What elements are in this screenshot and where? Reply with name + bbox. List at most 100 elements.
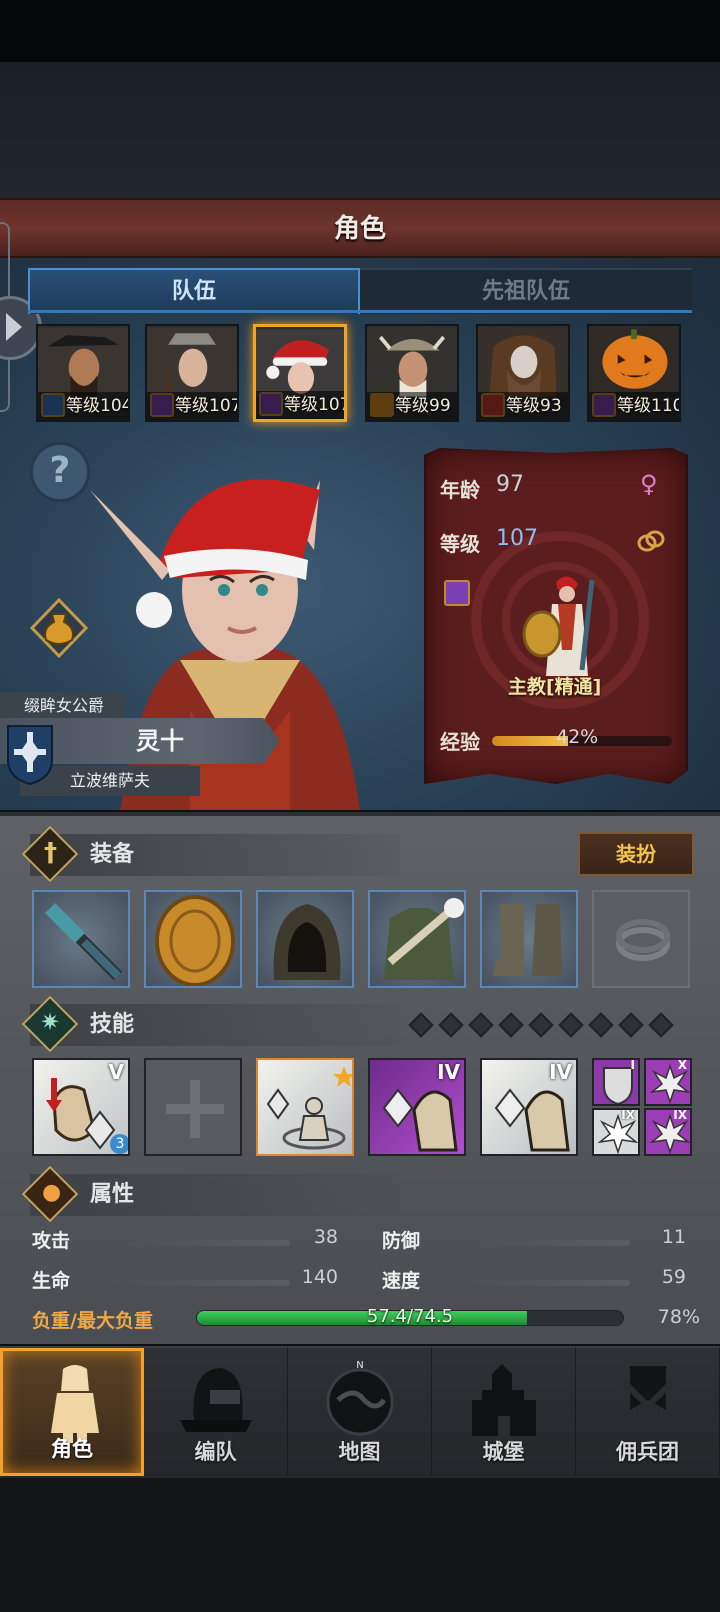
equip-slot-ring[interactable] [592,890,690,988]
mini-skill-1[interactable]: I [592,1058,640,1106]
equip-slot-armor[interactable] [368,890,466,988]
hero-card-2[interactable]: 等级107 [145,324,239,422]
mini-skill-1-tier: I [630,1058,635,1072]
age-label: 年龄 [440,478,480,502]
skill-point-slot [438,1012,464,1038]
skill-point-slot [408,1012,434,1038]
mini-skill-2-tier: X [677,1058,687,1072]
skills-header: ✷ 技能 [21,995,400,1053]
equip-slot-shield[interactable] [144,890,242,988]
speed-label: 速度 [382,1270,421,1292]
tab-party[interactable]: 队伍 [28,268,360,314]
equip-slot-head[interactable] [256,890,354,988]
exp-label: 经验 [440,730,480,754]
exp-percent: 42% [556,726,599,748]
equip-slot-boots[interactable] [480,890,578,988]
knight-icon [51,1365,99,1443]
empty-cross-icon [166,1080,224,1138]
rings-icon[interactable] [636,528,666,554]
round-shield-icon [155,895,235,986]
hero-level-1: 等级104 [38,392,128,420]
hero-level-5: 等级93 [478,392,568,420]
help-button[interactable]: ? [30,442,90,502]
class-name: 主教[精通] [508,676,602,698]
cross-glyph: † [44,838,57,868]
hero-portrait-5 [478,327,568,397]
faction-shield-icon[interactable] [6,724,54,786]
skill-2-empty[interactable] [144,1058,242,1156]
mini-skill-3-tier: IX [621,1108,635,1122]
status-area [0,0,720,62]
skill-point-slot [648,1012,674,1038]
person-glyph: ● [42,1180,62,1205]
mini-skill-2[interactable]: X [644,1058,692,1106]
sanctuary-icon [266,1066,352,1150]
potion-icon[interactable] [30,598,88,658]
nav-character[interactable]: 角色 [0,1348,144,1476]
skill-point-slot [468,1012,494,1038]
ring-slot-icon [616,919,670,961]
nav-mercenary[interactable]: 佣兵团 [576,1348,720,1476]
nav-character-label: 角色 [51,1437,93,1461]
skill-1[interactable]: V 3 [32,1058,130,1156]
compass-map-icon: N [326,1360,394,1436]
nav-formation-label: 编队 [194,1440,237,1464]
dress-button[interactable]: 装扮 [578,832,694,876]
nav-mercenary-label: 佣兵团 [616,1440,679,1464]
skills-title: 技能 [90,1012,135,1037]
nav-castle-label: 城堡 [482,1440,525,1464]
upper-background [0,62,720,200]
hero-card-6[interactable]: 等级110 [587,324,681,422]
nav-formation[interactable]: 编队 [144,1348,288,1476]
hero-level-4: 等级99 [367,392,457,420]
tab-ancestor-party[interactable]: 先祖队伍 [360,268,692,314]
arrow-right-icon [6,313,22,341]
hp-label: 生命 [32,1270,71,1292]
game-screen: 角色 队伍 先祖队伍 等级104 等级107 等级107 等级99 等级93 等… [0,0,720,1612]
hero-card-1[interactable]: 等级104 [36,324,130,422]
hero-card-5[interactable]: 等级93 [476,324,570,422]
attributes-header: ● 属性 [21,1165,400,1223]
character-name[interactable]: 灵十 [60,718,260,764]
defense-value: 11 [661,1226,686,1248]
equip-slot-weapon[interactable] [32,890,130,988]
female-icon: ♀ [640,470,658,498]
hero-portrait-6 [589,327,679,397]
helmet-icon [180,1368,252,1432]
question-icon: ? [49,450,71,491]
nav-map[interactable]: N 地图 [288,1348,432,1476]
skill-point-slot [558,1012,584,1038]
nav-map-label: 地图 [338,1440,381,1464]
skill-4-tier: IV [437,1060,460,1084]
staff-icon [444,580,470,606]
title-bar: 角色 [0,198,720,258]
load-percent: 78% [657,1306,700,1328]
hero-level-2: 等级107 [147,392,237,420]
tab-underline [28,310,692,313]
page-title: 角色 [333,214,386,244]
skill-3[interactable] [256,1058,354,1156]
attributes-title: 属性 [90,1182,135,1207]
skill-point-slot [528,1012,554,1038]
nav-castle[interactable]: 城堡 [432,1348,576,1476]
hero-card-3[interactable]: 等级107 [253,324,347,422]
attack-track [100,1240,290,1246]
skill-1-tier: V [108,1060,124,1084]
skill-5[interactable]: IV [480,1058,578,1156]
skill-5-tier: IV [549,1060,572,1084]
castle-icon [472,1364,536,1436]
hero-portrait-2 [147,327,237,397]
skill-4[interactable]: IV [368,1058,466,1156]
mini-skill-4[interactable]: IX [644,1108,692,1156]
character-title: 缀眸女公爵 [0,692,125,720]
hero-portrait-3 [256,329,344,397]
load-label: 负重/最大负重 [32,1310,153,1332]
defense-label: 防御 [382,1230,421,1252]
attack-label: 攻击 [32,1230,71,1252]
skill-point-slot [588,1012,614,1038]
hood-icon [273,904,341,980]
hero-card-4[interactable]: 等级99 [365,324,459,422]
mini-skill-3[interactable]: IX [592,1108,640,1156]
star-glyph: ✷ [40,1008,61,1036]
hero-level-6: 等级110 [589,392,679,420]
